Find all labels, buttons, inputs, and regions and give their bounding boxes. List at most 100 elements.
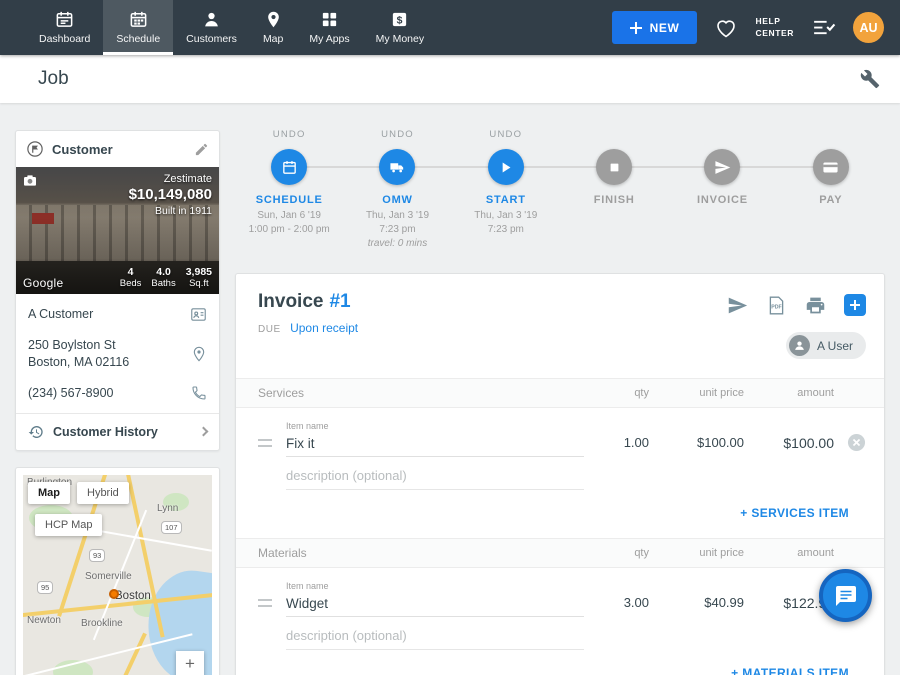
- nav-item-schedule[interactable]: Schedule: [103, 0, 173, 55]
- material-description-row: [236, 617, 884, 650]
- map-label-boston: Boston: [115, 590, 151, 602]
- omw-step-button[interactable]: [379, 149, 415, 185]
- printer-icon: [805, 295, 826, 316]
- nav-item-map[interactable]: Map: [250, 0, 296, 55]
- undo-start-button[interactable]: UNDO: [452, 129, 560, 141]
- send-icon: [727, 295, 748, 316]
- help-center-line2: CENTER: [755, 28, 794, 39]
- material-description-input[interactable]: [286, 625, 584, 650]
- job-tools-icon[interactable]: [860, 69, 880, 89]
- item-name-label: Item name: [286, 581, 584, 591]
- plus-icon: [850, 300, 860, 310]
- street-view-icon[interactable]: [22, 173, 38, 189]
- service-description-input[interactable]: [286, 465, 584, 490]
- service-item-name-input[interactable]: [286, 433, 584, 457]
- map-label-lynn: Lynn: [157, 503, 178, 514]
- drag-handle[interactable]: [258, 439, 272, 447]
- location-pin-icon: [191, 346, 207, 362]
- built-year: Built in 1911: [129, 205, 212, 217]
- help-center-link[interactable]: HELP CENTER: [755, 16, 794, 39]
- due-label: DUE: [258, 324, 281, 335]
- undo-spacer: [777, 129, 885, 149]
- remove-service-item-button[interactable]: [847, 433, 866, 452]
- nav-item-customers[interactable]: Customers: [173, 0, 250, 55]
- assignee-pill[interactable]: A User: [786, 332, 866, 359]
- contact-card-icon: [190, 306, 207, 323]
- customer-name-row: A Customer: [16, 299, 219, 330]
- plus-icon: [630, 22, 642, 34]
- customer-address: 250 Boylston StBoston, MA 02116: [28, 337, 191, 371]
- drag-handle[interactable]: [258, 599, 272, 607]
- user-avatar[interactable]: AU: [853, 12, 884, 43]
- content-area: Customer Zestimate $10,149,080 Built in …: [0, 103, 900, 675]
- customer-history-row[interactable]: Customer History: [16, 413, 219, 450]
- new-button[interactable]: NEW: [612, 11, 698, 44]
- material-item-unit-price[interactable]: $40.99: [659, 595, 744, 617]
- finish-step-button[interactable]: [596, 149, 632, 185]
- credit-card-icon: [822, 159, 839, 176]
- undo-schedule-button[interactable]: UNDO: [235, 129, 343, 141]
- sqft-stat: 3,985 Sq.ft: [186, 266, 212, 289]
- customer-card-title: Customer: [52, 142, 194, 157]
- assignee-avatar: [789, 335, 810, 356]
- material-item-qty[interactable]: 3.00: [594, 595, 649, 617]
- nav-item-dashboard[interactable]: Dashboard: [26, 0, 103, 55]
- material-item-name-input[interactable]: [286, 593, 584, 617]
- service-item-amount: $100.00: [754, 435, 834, 457]
- chevron-right-icon: [199, 427, 209, 437]
- item-name-cell: Item name: [286, 421, 584, 457]
- map-label-somerville: Somerville: [85, 571, 132, 582]
- undo-omw-button[interactable]: UNDO: [343, 129, 451, 141]
- invoice-step-button[interactable]: [704, 149, 740, 185]
- hcp-map-button[interactable]: HCP Map: [35, 514, 102, 536]
- route-shield-95: 95: [37, 581, 53, 594]
- refer-heart-icon[interactable]: [714, 16, 738, 40]
- phone-icon: [191, 385, 207, 401]
- customer-card: Customer Zestimate $10,149,080 Built in …: [15, 130, 220, 451]
- add-service-item-link[interactable]: + SERVICES ITEM: [740, 506, 849, 520]
- zoom-in-button[interactable]: +: [176, 651, 204, 675]
- map-canvas[interactable]: Burlington Lynn Somerville Boston Newton…: [23, 475, 212, 675]
- chat-bubble-button[interactable]: [819, 569, 872, 622]
- step-date: Sun, Jan 6 '19 1:00 pm - 2:00 pm: [235, 209, 343, 237]
- start-step-button[interactable]: [488, 149, 524, 185]
- pdf-button[interactable]: PDF: [766, 295, 787, 316]
- send-invoice-button[interactable]: [727, 295, 748, 316]
- service-item-unit-price[interactable]: $100.00: [659, 435, 744, 457]
- map-pin-icon: [264, 10, 283, 29]
- hybrid-view-button[interactable]: Hybrid: [77, 482, 129, 504]
- zestimate-value: $10,149,080: [129, 186, 212, 203]
- add-invoice-item-button[interactable]: [844, 294, 866, 316]
- item-name-cell: Item name: [286, 581, 584, 617]
- top-navigation: Dashboard Schedule Customers Map My Apps…: [0, 0, 900, 55]
- add-material-item-link[interactable]: + MATERIALS ITEM: [731, 666, 849, 675]
- stop-icon: [606, 159, 623, 176]
- map-view-button[interactable]: Map: [28, 482, 70, 504]
- address-line2: Boston, MA 02116: [28, 355, 129, 369]
- svg-text:$: $: [397, 15, 403, 26]
- customer-phone: (234) 567-8900: [28, 385, 191, 402]
- truck-icon: [389, 159, 406, 176]
- close-icon: [847, 433, 866, 452]
- beds-label: Beds: [120, 278, 142, 289]
- service-item-qty[interactable]: 1.00: [594, 435, 649, 457]
- qty-column-header: qty: [594, 387, 649, 399]
- due-terms-link[interactable]: Upon receipt: [290, 321, 358, 335]
- qty-column-header: qty: [594, 547, 649, 559]
- map-card: Burlington Lynn Somerville Boston Newton…: [15, 467, 220, 675]
- add-material-row: + MATERIALS ITEM: [236, 650, 884, 675]
- property-photo: Zestimate $10,149,080 Built in 1911 4 Be…: [16, 167, 219, 294]
- edit-pencil-icon[interactable]: [194, 142, 209, 157]
- zestimate-block: Zestimate $10,149,080 Built in 1911: [129, 173, 212, 217]
- sidebar: Customer Zestimate $10,149,080 Built in …: [15, 130, 220, 675]
- nav-item-my-apps[interactable]: My Apps: [296, 0, 362, 55]
- pdf-icon: PDF: [766, 295, 787, 316]
- schedule-step-button[interactable]: [271, 149, 307, 185]
- tasks-menu-icon[interactable]: [811, 15, 836, 40]
- calendar-icon: [281, 159, 298, 176]
- nav-item-my-money[interactable]: $ My Money: [363, 0, 437, 55]
- pay-step-button[interactable]: [813, 149, 849, 185]
- invoice-header: Invoice#1 DUE Upon receipt PDF A User: [236, 274, 884, 378]
- print-button[interactable]: [805, 295, 826, 316]
- nav-item-label: My Money: [376, 33, 424, 45]
